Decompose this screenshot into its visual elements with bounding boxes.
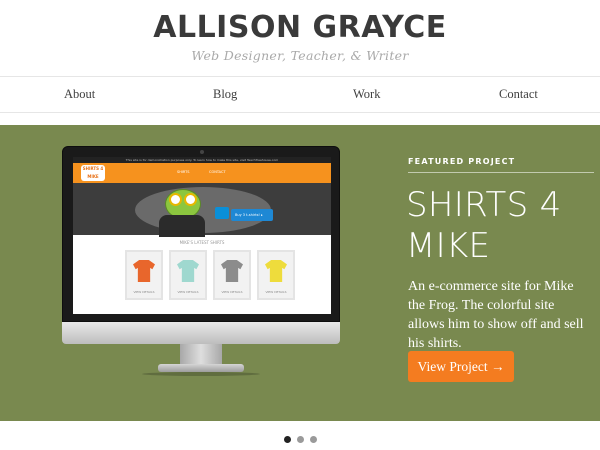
frog-eye <box>184 193 197 206</box>
frog-eye <box>169 193 182 206</box>
mockup-shirt-card: VIEW DETAILS <box>213 250 251 300</box>
featured-title-line: SHIRTS 4 <box>406 185 562 225</box>
main-nav: About Blog Work Contact <box>0 76 600 113</box>
view-project-button[interactable]: View Project → <box>408 351 514 382</box>
nav-item-contact[interactable]: Contact <box>499 87 538 102</box>
shirt-icon <box>215 207 229 219</box>
featured-label: FEATURED PROJECT <box>408 157 516 166</box>
nav-item-about[interactable]: About <box>64 87 95 102</box>
mockup-header-bar <box>73 163 331 183</box>
shirt-caption: VIEW DETAILS <box>265 290 287 294</box>
tshirt-icon <box>177 260 199 282</box>
frog-mascot-body <box>159 215 205 237</box>
monitor-frame: This site is for demonstration purposes … <box>62 146 340 322</box>
site-tagline: Web Designer, Teacher, & Writer <box>191 48 409 63</box>
monitor-chin <box>62 322 340 344</box>
site-title[interactable]: ALLISON GRAYCE <box>0 10 600 45</box>
shirt-caption: VIEW DETAILS <box>221 290 243 294</box>
carousel-dot[interactable] <box>283 436 291 443</box>
tshirt-icon <box>133 260 155 282</box>
monitor-camera <box>200 150 204 154</box>
mockup-logo: SHIRTS 4 MIKE <box>81 165 105 181</box>
monitor-stand <box>180 344 222 366</box>
mockup-nav-tab: SHIRTS <box>177 170 190 174</box>
mockup-nav-tab: CONTACT <box>209 170 226 174</box>
carousel-pagination <box>0 430 600 443</box>
mockup-shirt-card: VIEW DETAILS <box>169 250 207 300</box>
tshirt-icon <box>265 260 287 282</box>
mockup-shirt-card: VIEW DETAILS <box>257 250 295 300</box>
carousel-dot[interactable] <box>296 436 304 443</box>
monitor-base <box>158 364 244 372</box>
featured-title-line: MIKE <box>406 226 491 266</box>
mockup-screen: This site is for demonstration purposes … <box>73 157 331 314</box>
mockup-section-title: MIKE'S LATEST SHIRTS <box>179 240 225 245</box>
featured-slider: This site is for demonstration purposes … <box>0 125 600 421</box>
site-header: ALLISON GRAYCE Web Designer, Teacher, & … <box>0 0 600 76</box>
featured-title: SHIRTS 4 MIKE <box>406 185 596 267</box>
mockup-promo-button: Buy 3 t-shirts! ▸ <box>231 209 273 221</box>
featured-divider <box>408 172 594 173</box>
monitor-shadow <box>142 372 260 376</box>
featured-description: An e-commerce site for Mike the Frog. Th… <box>408 279 584 351</box>
monitor-mockup-image[interactable]: This site is for demonstration purposes … <box>62 146 340 376</box>
carousel-dot[interactable] <box>309 436 317 443</box>
mockup-shirt-card: VIEW DETAILS <box>125 250 163 300</box>
nav-item-work[interactable]: Work <box>353 87 380 102</box>
nav-item-blog[interactable]: Blog <box>213 87 237 102</box>
tshirt-icon <box>221 260 243 282</box>
shirt-caption: VIEW DETAILS <box>177 290 199 294</box>
shirt-caption: VIEW DETAILS <box>133 290 155 294</box>
